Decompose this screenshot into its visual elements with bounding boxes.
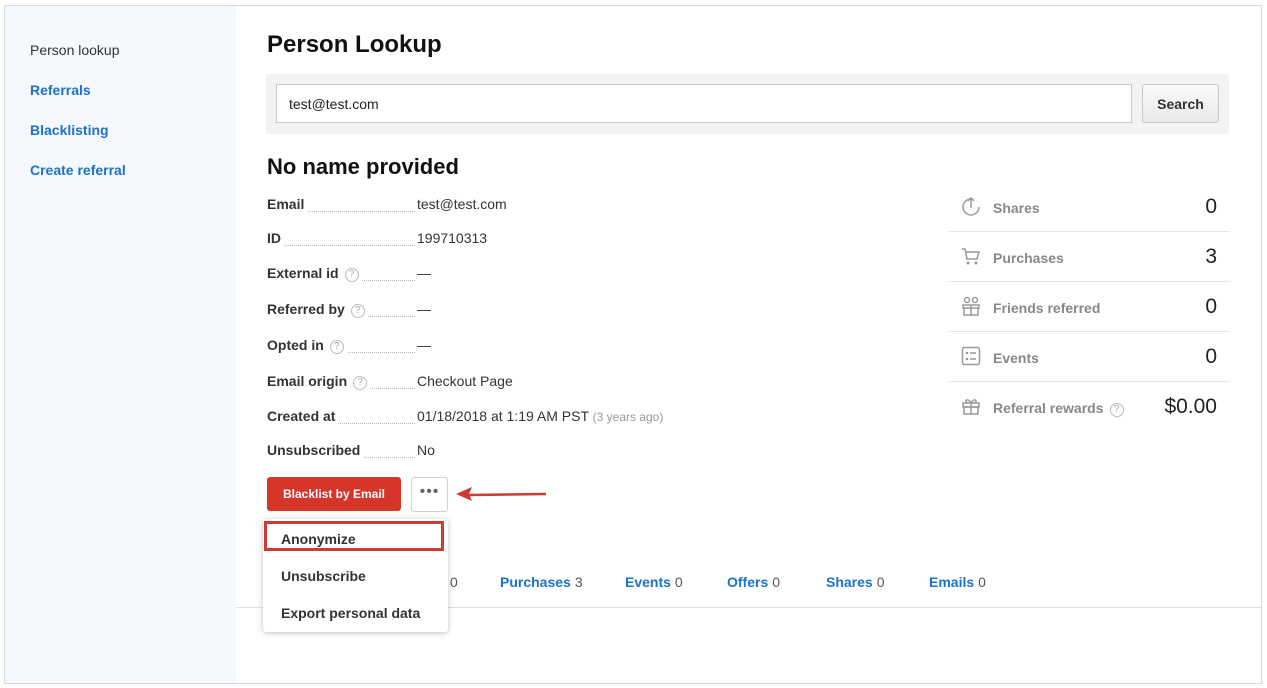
stat-value: 0 (1205, 195, 1217, 218)
tab-emails[interactable]: Emails 0 (929, 574, 986, 590)
page-title: Person Lookup (267, 31, 442, 58)
stat-label: Events (993, 350, 1039, 366)
stat-events: Events 0 (949, 332, 1229, 382)
tab-shares[interactable]: Shares 0 (826, 574, 885, 590)
detail-value: Checkout Page (417, 373, 513, 389)
detail-label: Referred by (267, 301, 345, 317)
detail-row-email-origin: Email origin? Checkout Page (267, 373, 907, 393)
stat-label: Purchases (993, 250, 1064, 266)
blacklist-by-email-button[interactable]: Blacklist by Email (267, 477, 401, 511)
friends-icon (962, 296, 980, 316)
sidebar-item-create-referral[interactable]: Create referral (30, 162, 126, 178)
tab-events[interactable]: Events 0 (625, 574, 683, 590)
search-button[interactable]: Search (1142, 84, 1219, 123)
detail-value: 199710313 (417, 230, 488, 246)
stat-value: 0 (1205, 345, 1217, 368)
detail-row-referred-by: Referred by? — (267, 301, 907, 321)
detail-value: test@test.com (417, 196, 507, 212)
detail-label: ID (267, 230, 284, 246)
stat-value: $0.00 (1164, 395, 1217, 418)
tab-count: 0 (450, 574, 458, 590)
tab-label: Events (625, 574, 671, 590)
stat-purchases: Purchases 3 (949, 232, 1229, 282)
help-icon[interactable]: ? (1109, 403, 1124, 417)
stat-value: 3 (1205, 245, 1217, 268)
detail-label: External id (267, 265, 339, 281)
detail-row-unsubscribed: Unsubscribed No (267, 442, 907, 462)
tab-label: Shares (826, 574, 873, 590)
stat-shares: Shares 0 (949, 182, 1229, 232)
tab-count: 0 (674, 574, 683, 590)
tab-count: 0 (772, 574, 781, 590)
help-icon[interactable]: ? (350, 304, 365, 318)
menu-item-export-personal-data[interactable]: Export personal data (281, 605, 420, 621)
detail-value: — (417, 265, 431, 281)
tab-purchases[interactable]: Purchases 3 (500, 574, 583, 590)
detail-label: Email origin (267, 373, 348, 389)
stat-label: Referral rewards (993, 400, 1104, 416)
app-window: Person lookup Referrals Blacklisting Cre… (4, 5, 1262, 684)
detail-label: Opted in (267, 337, 324, 353)
stat-label: Shares (993, 200, 1040, 216)
detail-value: No (417, 442, 435, 458)
sidebar-item-referrals[interactable]: Referrals (30, 82, 91, 98)
more-options-button[interactable]: ••• (411, 477, 448, 512)
detail-label: Email (267, 196, 308, 212)
tab-label: Offers (727, 574, 769, 590)
more-options-menu: Anonymize Unsubscribe Export personal da… (263, 519, 448, 632)
cart-icon (962, 248, 980, 265)
tab-label: Emails (929, 574, 975, 590)
detail-row-opted-in: Opted in? — (267, 337, 907, 357)
tab-count: 0 (978, 574, 986, 590)
detail-row-id: ID 199710313 (267, 230, 907, 250)
sidebar-item-person-lookup[interactable]: Person lookup (30, 42, 120, 58)
annotation-arrow-icon (456, 487, 547, 501)
tab-offers[interactable]: Offers 0 (727, 574, 780, 590)
tab-count: 3 (574, 574, 583, 590)
gift-icon (962, 399, 980, 415)
help-icon[interactable]: ? (353, 376, 368, 390)
menu-item-unsubscribe[interactable]: Unsubscribe (281, 568, 366, 584)
detail-label: Created at (267, 408, 339, 424)
tab-count: 0 (876, 574, 885, 590)
stat-referral-rewards: Referral rewards? $0.00 (949, 382, 1229, 432)
detail-row-external-id: External id? — (267, 265, 907, 285)
detail-value: — (417, 301, 431, 317)
search-bar: Search (266, 74, 1229, 134)
share-icon (962, 196, 980, 216)
detail-label: Unsubscribed (267, 442, 364, 458)
help-icon[interactable]: ? (344, 268, 359, 282)
events-icon (961, 346, 981, 366)
tab-label: Purchases (500, 574, 571, 590)
relative-time: (3 years ago) (592, 410, 664, 424)
detail-row-created-at: Created at 01/18/2018 at 1:19 AM PST (3 … (267, 408, 907, 428)
menu-item-anonymize[interactable]: Anonymize (281, 531, 356, 547)
detail-row-email: Email test@test.com (267, 196, 907, 216)
detail-value: 01/18/2018 at 1:19 AM PST (417, 408, 589, 424)
person-name: No name provided (267, 154, 459, 179)
help-icon[interactable]: ? (329, 340, 344, 354)
detail-value: — (417, 337, 431, 353)
stat-friends-referred: Friends referred 0 (949, 282, 1229, 332)
search-input[interactable] (276, 84, 1132, 123)
sidebar: Person lookup Referrals Blacklisting Cre… (5, 6, 236, 683)
stat-value: 0 (1205, 295, 1217, 318)
stat-label: Friends referred (993, 300, 1101, 316)
sidebar-item-blacklisting[interactable]: Blacklisting (30, 122, 109, 138)
stats-panel: Shares 0 Purchases 3 Friends referred 0 … (949, 182, 1229, 432)
